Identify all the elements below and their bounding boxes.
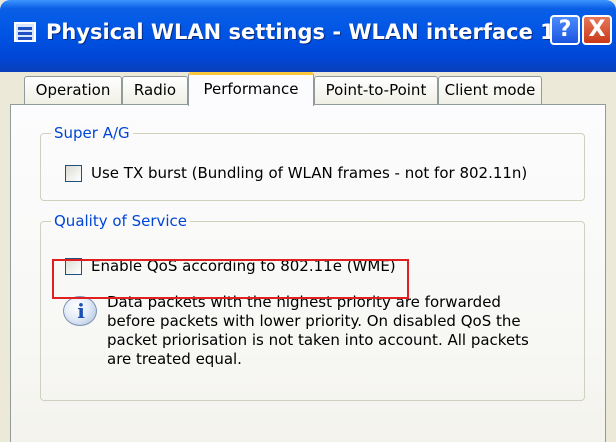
qos-info-line: packet priorisation is not taken into ac… <box>107 331 529 349</box>
qos-group: Quality of Service Enable QoS according … <box>40 211 585 401</box>
tab-performance[interactable]: Performance <box>188 72 314 106</box>
tab-radio[interactable]: Radio <box>122 76 188 104</box>
qos-info-text: Data packets with the highest priority a… <box>107 293 529 369</box>
tab-operation[interactable]: Operation <box>24 76 122 104</box>
tab-point-to-point[interactable]: Point-to-Point <box>314 76 438 104</box>
tx-burst-checkbox[interactable] <box>65 165 82 182</box>
help-icon: ? <box>558 17 572 42</box>
settings-window: Physical WLAN settings - WLAN interface … <box>0 0 616 442</box>
highlight-annotation <box>52 259 409 299</box>
tab-client-mode[interactable]: Client mode <box>438 76 542 104</box>
close-icon: X <box>588 17 606 42</box>
tx-burst-label[interactable]: Use TX burst (Bundling of WLAN frames - … <box>91 163 527 183</box>
qos-group-title: Quality of Service <box>51 211 191 231</box>
qos-info-line: before packets with lower priority. On d… <box>107 312 521 330</box>
info-icon-glyph: i <box>77 299 85 323</box>
window-icon <box>14 22 36 42</box>
qos-info-line: are treated equal. <box>107 350 242 368</box>
title-bar[interactable]: Physical WLAN settings - WLAN interface … <box>0 0 616 72</box>
window-title: Physical WLAN settings - WLAN interface … <box>46 20 555 44</box>
help-button[interactable]: ? <box>550 15 580 45</box>
super-ag-group-title: Super A/G <box>51 123 133 143</box>
info-icon: i <box>63 296 97 326</box>
super-ag-group: Super A/G Use TX burst (Bundling of WLAN… <box>40 123 585 201</box>
close-button[interactable]: X <box>582 15 612 45</box>
